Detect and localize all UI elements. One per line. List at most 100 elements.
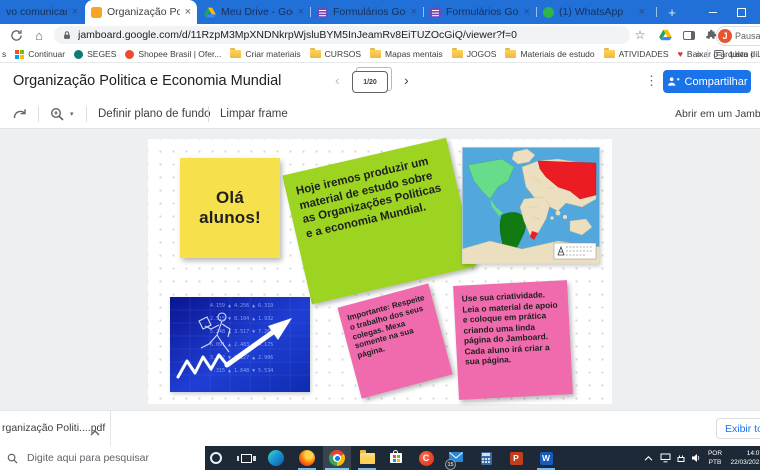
tab-close-icon[interactable]: × [185,6,191,18]
reading-list-label[interactable]: Lista d [730,49,760,59]
bookmark-folder-mapas-mentais[interactable]: Mapas mentais [370,49,443,59]
reading-list-icon[interactable] [714,50,724,59]
tab-whatsapp[interactable]: (1) WhatsApp × [537,0,651,24]
tab-close-icon[interactable]: × [639,6,645,18]
reload-icon [10,29,23,42]
clock-date: 22/03/2021 [725,458,760,467]
jam-frame: Olá alunos! Hoje iremos produzir um mate… [148,139,612,404]
bookmark-folder-cursos[interactable]: CURSOS [310,49,361,59]
bookmark-folder-atividades[interactable]: ATIVIDADES [604,49,669,59]
tab-close-icon[interactable]: × [524,6,530,18]
divider [86,106,87,122]
file-explorer-icon [360,453,375,464]
bookmarks-overflow-button[interactable]: » [696,49,701,59]
microsoft-store-button[interactable] [382,446,410,470]
more-options-button[interactable]: ⋮ [645,73,658,89]
calculator-button[interactable] [472,446,500,470]
bookmark-folder-criar-materiais[interactable]: Criar materiais [230,49,300,59]
language-indicator[interactable]: POR PTB [704,449,726,467]
tray-usb-button[interactable] [674,446,688,470]
tab-close-icon[interactable]: × [72,6,78,18]
minimize-button[interactable] [700,0,726,24]
address-bar[interactable]: jamboard.google.com/d/11RzpM3MpXNDNkrpWj… [54,26,630,44]
tab-forms-2[interactable]: Formulários Google × [424,0,536,24]
set-background-button[interactable]: Definir plano de fundo [98,100,211,128]
cortana-button[interactable] [202,446,230,470]
powerpoint-button[interactable]: P [502,446,530,470]
calculator-icon [481,452,492,465]
jamboard-header: Organização Politica e Economia Mundial … [0,63,760,100]
share-button[interactable]: Compartilhar [663,70,751,93]
drive-shortcut-button[interactable] [656,24,674,46]
tray-expand-button[interactable] [640,446,656,470]
folder-icon [230,50,241,58]
forms-icon [317,7,328,18]
lock-icon [62,30,72,41]
tab-jamboard[interactable]: Organização Politica e E × [85,0,197,24]
svg-text:7.315 ▲ 1.648 ▼ 5.534: 7.315 ▲ 1.648 ▼ 5.534 [210,368,273,374]
profile-chip[interactable]: J Pausa [716,26,760,46]
close-button[interactable]: × [752,0,760,24]
note-text: Hoje iremos produzir um material de estu… [295,156,443,241]
display-icon [660,453,671,463]
note-text: alunos! [199,208,261,228]
divider [38,106,39,122]
clear-frame-button[interactable]: Limpar frame [220,100,288,128]
chrome-button[interactable] [323,446,351,470]
file-explorer-button[interactable] [353,446,381,470]
svg-text:4.159 ▲ 4.256 ▲ 6.319: 4.159 ▲ 4.256 ▲ 6.319 [210,303,273,309]
frame-counter: 1/20 [352,71,388,93]
home-button[interactable]: ⌂ [30,24,48,46]
zoom-button[interactable] [50,100,65,128]
new-tab-button[interactable]: + [664,4,680,20]
side-panel-button[interactable] [680,24,698,46]
ccleaner-button[interactable]: C [412,446,440,470]
frame-bar-button[interactable]: 1/20 [352,69,392,93]
tab-drive[interactable]: Meu Drive - Google Dr × [198,0,310,24]
zoom-caret-button[interactable]: ▾ [70,100,74,128]
tab-close-icon[interactable]: × [298,6,304,18]
bookmark-shopee[interactable]: Shopee Brasil | Ofer... [125,49,221,59]
search-input[interactable] [25,451,194,465]
tab-close-icon[interactable]: × [411,6,417,18]
bookmark-fragment[interactable]: s [2,49,6,59]
firefox-button[interactable] [293,446,321,470]
tray-display-button[interactable] [658,446,672,470]
volume-button[interactable] [689,446,703,470]
bookmark-seges[interactable]: SEGES [74,49,116,59]
bookmark-folder-materiais-de-estudo[interactable]: Materiais de estudo [505,49,594,59]
open-in-jamboard-button[interactable]: Abrir em um Jamb [670,100,760,128]
bookmark-continuar[interactable]: Continuar [15,49,65,59]
prev-frame-button[interactable]: ‹ [335,72,340,88]
svg-text:5.248 ▲ 3.517 ▼ 7.260: 5.248 ▲ 3.517 ▼ 7.260 [210,329,273,335]
task-view-button[interactable] [232,446,260,470]
edge-button[interactable] [262,446,290,470]
tab-partial[interactable]: vo comunicado: "Bo × [0,0,84,24]
url-text[interactable]: jamboard.google.com/d/11RzpM3MpXNDNkrpWj… [78,29,622,41]
edge-icon [268,450,284,466]
bookmark-folder-jogos[interactable]: JOGOS [452,49,497,59]
store-icon [390,453,402,463]
taskbar-search[interactable] [0,446,205,470]
show-all-downloads-button[interactable]: Exibir tod [716,418,760,439]
speaker-icon [691,453,701,463]
reload-button[interactable] [6,24,26,46]
tab-label: Meu Drive - Google Dr [221,6,293,18]
drive-icon [659,29,672,41]
redo-button[interactable] [12,100,28,128]
word-button[interactable]: W [532,446,560,470]
taskbar: C 15 P W [0,446,760,470]
tab-separator [310,7,311,17]
mail-button[interactable]: 15 [442,446,470,470]
restore-button[interactable] [728,0,754,24]
next-frame-button[interactable]: › [404,72,409,88]
page-title[interactable]: Organização Politica e Economia Mundial [13,73,281,89]
download-caret-button[interactable] [90,424,100,442]
tab-forms-1[interactable]: Formulários Google × [311,0,423,24]
clock-time: 14:07 [725,449,760,458]
tab-label: vo comunicado: "Bo [6,6,67,18]
bookmark-star-button[interactable]: ☆ [632,24,648,46]
mail-badge: 15 [445,459,456,470]
taskbar-clock[interactable]: 14:07 22/03/2021 [725,449,760,467]
bookmarks-bar: s Continuar SEGES Shopee Brasil | Ofer..… [0,46,760,63]
